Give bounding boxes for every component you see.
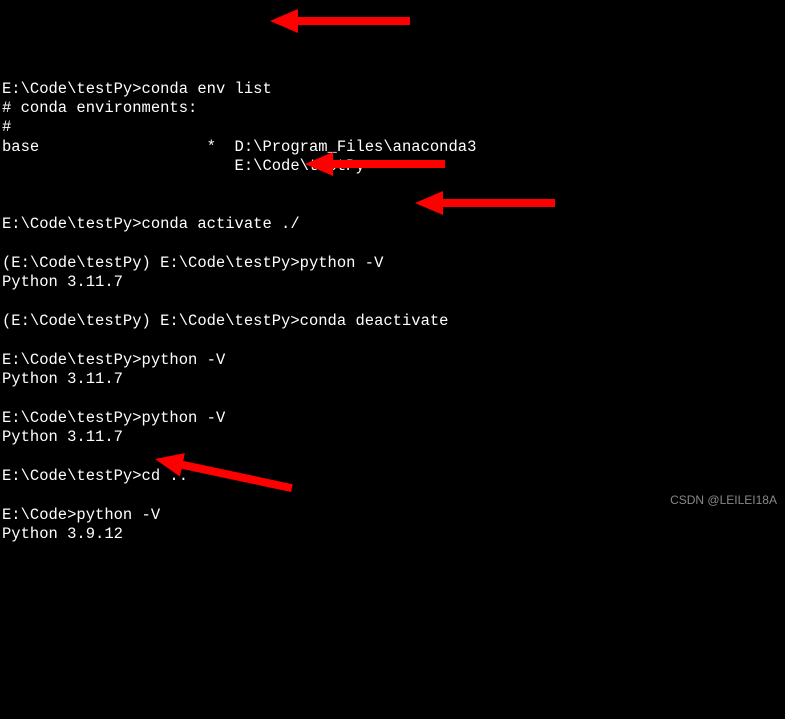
command: conda deactivate bbox=[300, 312, 449, 330]
terminal-line bbox=[2, 176, 783, 195]
terminal-line bbox=[2, 196, 783, 215]
command: python -V bbox=[142, 351, 226, 369]
watermark: CSDN @LEILEI18A bbox=[670, 493, 777, 508]
command: conda env list bbox=[142, 80, 272, 98]
terminal-line: base * D:\Program_Files\anaconda3 bbox=[2, 138, 783, 157]
terminal-line: E:\Code\testPy>conda activate ./ bbox=[2, 215, 783, 234]
terminal-line: Python 3.9.12 bbox=[2, 525, 783, 544]
terminal-line: Python 3.11.7 bbox=[2, 428, 783, 447]
command: conda activate ./ bbox=[142, 215, 300, 233]
terminal-line: (E:\Code\testPy) E:\Code\testPy>conda de… bbox=[2, 312, 783, 331]
terminal-line: E:\Code\testPy>python -V bbox=[2, 351, 783, 370]
prompt: E:\Code\testPy> bbox=[2, 409, 142, 427]
terminal-line: E:\Code>python -V bbox=[2, 506, 783, 525]
annotation-arrow-icon bbox=[270, 6, 410, 36]
terminal-line bbox=[2, 331, 783, 350]
command: python -V bbox=[76, 506, 160, 524]
terminal-line bbox=[2, 390, 783, 409]
terminal-output: E:\Code\testPy>conda env list# conda env… bbox=[2, 80, 783, 545]
prompt: (E:\Code\testPy) E:\Code\testPy> bbox=[2, 254, 300, 272]
terminal-line: E:\Code\testPy bbox=[2, 157, 783, 176]
terminal-line: E:\Code\testPy>python -V bbox=[2, 409, 783, 428]
terminal-line: Python 3.11.7 bbox=[2, 370, 783, 389]
terminal-line: (E:\Code\testPy) E:\Code\testPy>python -… bbox=[2, 254, 783, 273]
prompt: E:\Code\testPy> bbox=[2, 351, 142, 369]
command: cd .. bbox=[142, 467, 189, 485]
prompt: E:\Code\testPy> bbox=[2, 80, 142, 98]
terminal-line: # bbox=[2, 118, 783, 137]
terminal-line: # conda environments: bbox=[2, 99, 783, 118]
terminal-line: Python 3.11.7 bbox=[2, 273, 783, 292]
terminal-line bbox=[2, 448, 783, 467]
prompt: E:\Code\testPy> bbox=[2, 215, 142, 233]
command: python -V bbox=[300, 254, 384, 272]
prompt: E:\Code\testPy> bbox=[2, 467, 142, 485]
terminal-line bbox=[2, 486, 783, 505]
terminal-line: E:\Code\testPy>conda env list bbox=[2, 80, 783, 99]
terminal-line bbox=[2, 235, 783, 254]
terminal-line bbox=[2, 293, 783, 312]
prompt: E:\Code> bbox=[2, 506, 76, 524]
terminal-line: E:\Code\testPy>cd .. bbox=[2, 467, 783, 486]
prompt: (E:\Code\testPy) E:\Code\testPy> bbox=[2, 312, 300, 330]
command: python -V bbox=[142, 409, 226, 427]
